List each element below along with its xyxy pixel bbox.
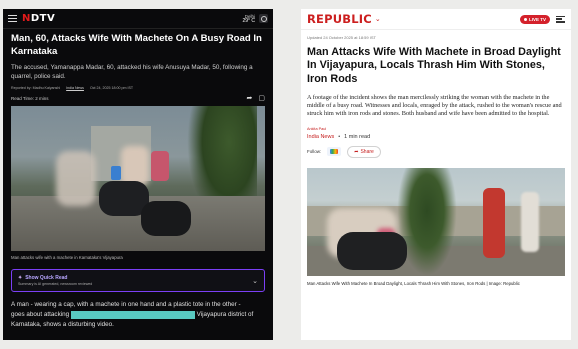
body-line: goes about attacking Vijayapura district… bbox=[11, 310, 254, 319]
live-tv-button[interactable]: LIVE TV bbox=[519, 14, 550, 24]
article-summary: The accused, Yamanappa Madar, 60, attack… bbox=[11, 64, 253, 80]
read-time: 1 min read bbox=[344, 133, 371, 140]
weather-widget[interactable]: Delhi 29° C bbox=[242, 14, 255, 24]
separator-dot: • bbox=[338, 133, 341, 140]
republic-article-panel: REPUBLIC ⌄ LIVE TV Updated 24 October 20… bbox=[301, 9, 571, 340]
quick-read-toggle[interactable]: Show Quick Read Summary is AI generated,… bbox=[11, 269, 265, 293]
quick-read-subtitle: Summary is AI generated, newsroom review… bbox=[18, 282, 93, 287]
article-summary: A footage of the incident shows the man … bbox=[307, 93, 562, 118]
category-link[interactable]: India News bbox=[66, 86, 84, 90]
category-link[interactable]: India News bbox=[307, 134, 334, 140]
share-icon: ➦ bbox=[354, 148, 359, 155]
chevron-down-icon: ⌄ bbox=[252, 277, 258, 285]
article-headline: Man, 60, Attacks Wife With Machete On A … bbox=[11, 33, 262, 57]
read-time-row: Read Time: 2 mins ➦ ▢ bbox=[3, 90, 273, 102]
follow-share-row: Follow: ➦ Share bbox=[301, 140, 571, 158]
google-news-icon[interactable] bbox=[327, 147, 342, 157]
body-line: Karnataka, shows a disturbing video. bbox=[11, 321, 114, 329]
share-button[interactable]: ➦ Share bbox=[347, 145, 381, 158]
article-body: A man - wearing a cap, with a machete in… bbox=[3, 292, 273, 330]
read-time: Read Time: 2 mins bbox=[11, 95, 49, 101]
article-image bbox=[307, 167, 565, 276]
publish-date: Oct 24, 2025 18:00 pm IST bbox=[89, 86, 134, 91]
category-row: India News • 1 min read bbox=[301, 131, 571, 140]
share-icon[interactable]: ➦ bbox=[247, 94, 253, 102]
body-line: A man - wearing a cap, with a machete in… bbox=[11, 301, 241, 309]
republic-logo[interactable]: REPUBLIC bbox=[307, 12, 372, 26]
ndtv-header-bar: NDTV Delhi 29° C bbox=[3, 9, 273, 29]
ndtv-article-panel: NDTV Delhi 29° C Man, 60, Attacks Wife W… bbox=[3, 9, 273, 340]
updated-date: Updated 24 October 2025 at 18:59 IST bbox=[307, 35, 376, 40]
ndtv-logo[interactable]: NDTV bbox=[22, 13, 55, 24]
chevron-down-icon[interactable]: ⌄ bbox=[375, 15, 381, 23]
republic-header-bar: REPUBLIC ⌄ LIVE TV bbox=[301, 9, 571, 30]
article-image bbox=[11, 106, 265, 252]
highlight-redaction bbox=[70, 310, 195, 319]
follow-label: Follow: bbox=[307, 149, 322, 155]
image-caption: Man attacks wife with a machete in Karna… bbox=[11, 255, 123, 261]
weather-temp: 29° C bbox=[242, 17, 255, 24]
quick-read-title: Show Quick Read bbox=[18, 275, 92, 281]
reporter-byline[interactable]: Reported by: Madhu Kalyanshi bbox=[11, 86, 60, 90]
image-caption: Man Attacks Wife With Machete In Broad D… bbox=[307, 280, 520, 286]
author-link[interactable]: Ankita Paul bbox=[301, 119, 571, 131]
comment-icon[interactable]: ▢ bbox=[258, 94, 265, 102]
article-meta: Reported by: Madhu Kalyanshi India News … bbox=[3, 81, 273, 90]
user-account-icon[interactable] bbox=[259, 14, 268, 23]
hamburger-menu-icon[interactable] bbox=[8, 15, 17, 22]
article-headline: Man Attacks Wife With Machete in Broad D… bbox=[307, 46, 561, 85]
hamburger-menu-icon[interactable] bbox=[556, 15, 565, 23]
